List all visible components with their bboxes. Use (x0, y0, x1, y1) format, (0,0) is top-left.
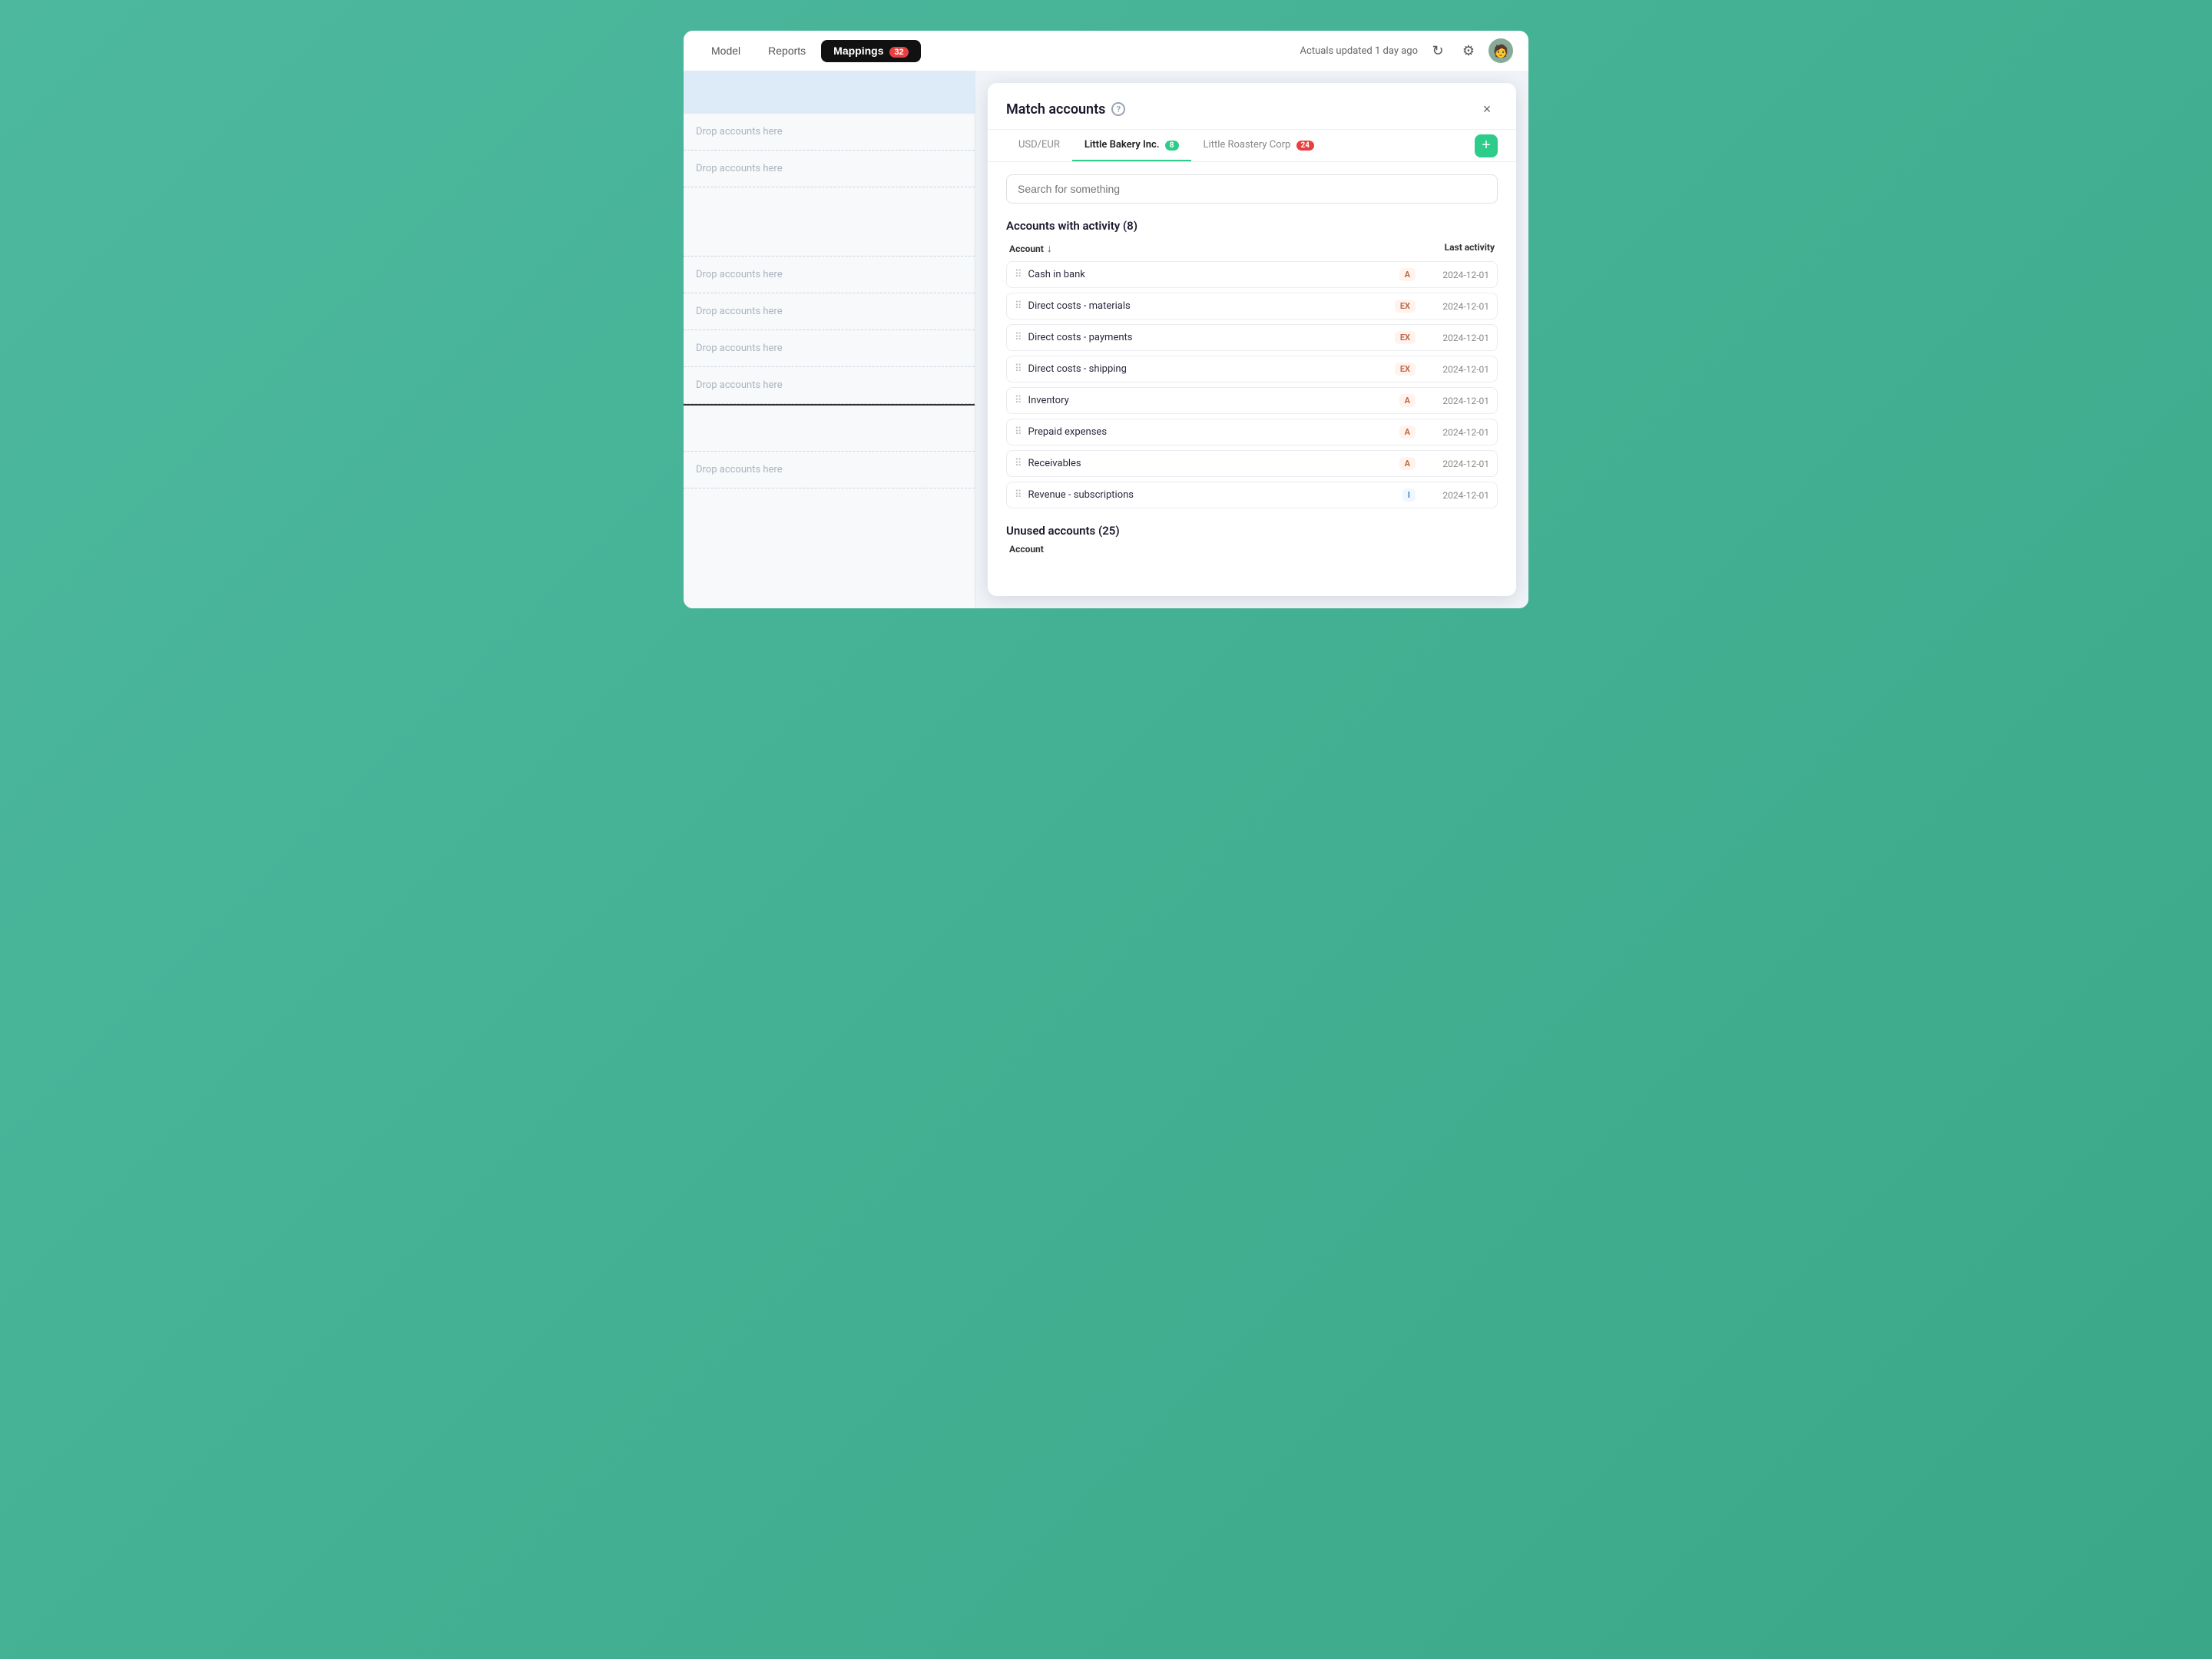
nav-tab-group: Model Reports Mappings 32 (699, 40, 921, 62)
tab-reports[interactable]: Reports (756, 40, 818, 61)
type-badge: A (1399, 394, 1416, 407)
drag-handle-icon: ⠿ (1015, 458, 1022, 469)
settings-icon[interactable]: ⚙ (1458, 40, 1479, 61)
type-badge: I (1402, 488, 1416, 502)
accounts-table-header: Account ↓ Last activity (1006, 242, 1498, 261)
drag-handle-icon: ⠿ (1015, 332, 1022, 343)
drag-handle-icon: ⠿ (1015, 489, 1022, 501)
account-row[interactable]: ⠿ Direct costs - shipping EX 2024-12-01 (1006, 356, 1498, 382)
drop-zone-1[interactable]: Drop accounts here (684, 114, 975, 151)
close-button[interactable]: × (1476, 98, 1498, 120)
add-tab-button[interactable]: + (1475, 134, 1498, 157)
match-accounts-modal: Match accounts ? × USD/EUR Little Bakery… (988, 83, 1516, 596)
account-row[interactable]: ⠿ Inventory A 2024-12-01 (1006, 387, 1498, 414)
modal-header: Match accounts ? × (988, 83, 1516, 130)
tab-usd-eur[interactable]: USD/EUR (1006, 130, 1072, 161)
drag-handle-icon: ⠿ (1015, 395, 1022, 406)
account-row[interactable]: ⠿ Revenue - subscriptions I 2024-12-01 (1006, 482, 1498, 508)
drop-zone-7[interactable]: Drop accounts here (684, 330, 975, 367)
type-badge: EX (1395, 331, 1416, 344)
modal-title-group: Match accounts ? (1006, 101, 1125, 118)
help-icon[interactable]: ? (1111, 102, 1125, 116)
type-badge: A (1399, 457, 1416, 470)
nav-right-section: Actuals updated 1 day ago ↻ ⚙ 🧑 (1300, 38, 1513, 63)
sort-icon[interactable]: ↓ (1047, 242, 1052, 255)
sidebar-highlighted-area (684, 71, 975, 114)
modal-title-text: Match accounts (1006, 101, 1105, 118)
unused-table-header: Account (1006, 544, 1498, 559)
drag-handle-icon: ⠿ (1015, 363, 1022, 375)
drop-zone-6[interactable]: Drop accounts here (684, 293, 975, 330)
search-input[interactable] (1006, 174, 1498, 204)
mappings-badge: 32 (889, 47, 908, 58)
sidebar-spacer-2 (684, 406, 975, 452)
accounts-with-activity-title: Accounts with activity (8) (1006, 219, 1498, 233)
tab-model[interactable]: Model (699, 40, 753, 61)
actuals-status: Actuals updated 1 day ago (1300, 45, 1418, 57)
type-badge: EX (1395, 300, 1416, 313)
sidebar-spacer-3 (684, 488, 975, 550)
refresh-icon[interactable]: ↻ (1427, 40, 1449, 61)
type-badge: EX (1395, 363, 1416, 376)
little-roastery-badge: 24 (1296, 141, 1314, 151)
drop-zone-2[interactable]: Drop accounts here (684, 151, 975, 187)
drop-zone-5[interactable]: Drop accounts here (684, 257, 975, 293)
top-navigation: Model Reports Mappings 32 Actuals update… (684, 31, 1528, 71)
drag-handle-icon: ⠿ (1015, 269, 1022, 280)
unused-accounts-title: Unused accounts (25) (1006, 524, 1498, 538)
avatar[interactable]: 🧑 (1488, 38, 1513, 63)
drag-handle-icon: ⠿ (1015, 300, 1022, 312)
little-bakery-badge: 8 (1165, 141, 1179, 151)
account-row[interactable]: ⠿ Cash in bank A 2024-12-01 (1006, 261, 1498, 288)
tab-mappings[interactable]: Mappings 32 (821, 40, 920, 62)
drop-zone-10[interactable]: Drop accounts here (684, 452, 975, 488)
drop-zone-8[interactable]: Drop accounts here (684, 367, 975, 404)
account-row[interactable]: ⠿ Direct costs - materials EX 2024-12-01 (1006, 293, 1498, 320)
modal-body: Accounts with activity (8) Account ↓ Las… (988, 162, 1516, 596)
account-row[interactable]: ⠿ Prepaid expenses A 2024-12-01 (1006, 419, 1498, 445)
type-badge: A (1399, 268, 1416, 281)
tab-little-roastery[interactable]: Little Roastery Corp 24 (1191, 130, 1327, 161)
drag-handle-icon: ⠿ (1015, 426, 1022, 438)
tab-little-bakery[interactable]: Little Bakery Inc. 8 (1072, 130, 1191, 161)
type-badge: A (1399, 426, 1416, 439)
main-container: Drop accounts here Drop accounts here Dr… (684, 71, 1528, 608)
account-row[interactable]: ⠿ Direct costs - payments EX 2024-12-01 (1006, 324, 1498, 351)
unused-accounts-section: Unused accounts (25) Account (1006, 524, 1498, 559)
account-row[interactable]: ⠿ Receivables A 2024-12-01 (1006, 450, 1498, 477)
modal-tab-group: USD/EUR Little Bakery Inc. 8 Little Roas… (988, 130, 1516, 162)
sidebar-spacer-1 (684, 187, 975, 257)
sidebar: Drop accounts here Drop accounts here Dr… (684, 71, 975, 608)
